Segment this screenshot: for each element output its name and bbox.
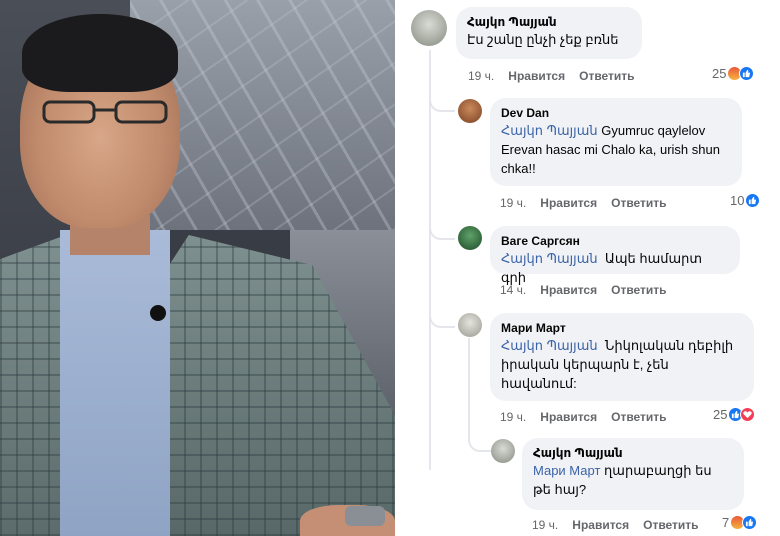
comment-text: Мари Март ղարաբաղցի ես թե հայ? (533, 461, 733, 499)
avatar[interactable] (458, 226, 482, 250)
reaction-summary[interactable]: 25 (713, 407, 756, 422)
like-reaction-icon (742, 515, 758, 530)
lapel-microphone (150, 305, 166, 321)
thread-line-nested (468, 338, 470, 430)
reply-link[interactable]: Ответить (643, 518, 698, 532)
comment-author[interactable]: Հայկո Պայյան (467, 14, 631, 30)
news-photo (0, 0, 395, 536)
reply-link[interactable]: Ответить (611, 410, 666, 424)
mention-link[interactable]: Հայկո Պայյան (501, 251, 598, 266)
reaction-summary[interactable]: 7 (722, 515, 758, 530)
person-hair (22, 14, 178, 92)
comment-meta: 19 ч. Нравится Ответить (532, 518, 713, 532)
comment-bubble: Հայկո Պայյան Էս շանը ընչի չեք բռնե (456, 7, 642, 59)
reaction-summary[interactable]: 10 (730, 193, 761, 208)
like-reaction-icon (739, 66, 755, 81)
mention-link[interactable]: Мари Март (533, 463, 600, 478)
reply-link[interactable]: Ответить (579, 69, 634, 83)
avatar[interactable] (458, 313, 482, 337)
comments-panel: Հայկո Պայյան Էս շանը ընչի չեք բռնե 19 ч.… (400, 0, 780, 536)
thread-line (429, 50, 431, 470)
reaction-summary[interactable]: 25 (712, 66, 755, 81)
love-reaction-icon (740, 407, 756, 422)
comment-meta: 14 ч. Нравится Ответить (500, 283, 681, 297)
like-link[interactable]: Нравится (508, 69, 565, 83)
comment-text: Հայկո Պայյան Gyumruc qaylelov Erevan has… (501, 121, 731, 178)
reaction-count: 25 (712, 66, 727, 81)
comment-text: Հայկո Պայյան Նիկոլական դեբիլի իրական կեր… (501, 336, 743, 393)
wristwatch (345, 506, 385, 526)
reply-link[interactable]: Ответить (611, 283, 666, 297)
comment-author[interactable]: Ваге Саргсян (501, 233, 729, 249)
comment-meta: 19 ч. Нравится Ответить (500, 196, 681, 210)
mention-link[interactable]: Հայկո Պայյան (501, 123, 598, 138)
comment-bubble: Мари Март Հայկո Պայյան Նիկոլական դեբիլի … (490, 313, 754, 401)
comment-author[interactable]: Мари Март (501, 320, 743, 336)
like-link[interactable]: Нравится (540, 410, 597, 424)
comment-text: Էս շանը ընչի չեք բռնե (467, 32, 619, 47)
like-link[interactable]: Нравится (540, 283, 597, 297)
comment-meta: 19 ч. Нравится Ответить (468, 69, 649, 83)
comment-author[interactable]: Dev Dan (501, 105, 731, 121)
reaction-count: 25 (713, 407, 728, 422)
comment-time[interactable]: 19 ч. (500, 410, 526, 424)
reaction-count: 10 (730, 193, 745, 208)
comment-time[interactable]: 19 ч. (500, 196, 526, 210)
comment-time[interactable]: 14 ч. (500, 283, 526, 297)
comment-bubble: Ваге Саргсян Հայկո Պայյան Ապե համարտ գրի (490, 226, 740, 285)
avatar[interactable] (458, 99, 482, 123)
mention-link[interactable]: Հայկո Պայյան (501, 338, 598, 353)
thread-hook (468, 428, 492, 452)
comment-bubble: Dev Dan Հայկո Պայյան Gyumruc qaylelov Er… (490, 98, 742, 186)
comment-bubble: Հայկո Պայյան Мари Март ղարաբաղցի ես թե հ… (522, 438, 744, 510)
glasses-icon (42, 100, 168, 124)
comment-text: Հայկո Պայյան Ապե համարտ գրի (501, 249, 729, 287)
thread-hook (429, 218, 455, 240)
comment-author[interactable]: Հայկո Պայյան (533, 445, 733, 461)
comment-time[interactable]: 19 ч. (468, 69, 494, 83)
shirt (60, 230, 170, 536)
like-link[interactable]: Нравится (540, 196, 597, 210)
like-link[interactable]: Нравится (572, 518, 629, 532)
comment-time[interactable]: 19 ч. (532, 518, 558, 532)
like-reaction-icon (745, 193, 761, 208)
comment-meta: 19 ч. Нравится Ответить (500, 410, 681, 424)
avatar[interactable] (411, 10, 447, 46)
thread-hook (429, 306, 455, 328)
reaction-count: 7 (722, 515, 730, 530)
avatar[interactable] (491, 439, 515, 463)
reply-link[interactable]: Ответить (611, 196, 666, 210)
thread-hook (429, 90, 455, 112)
